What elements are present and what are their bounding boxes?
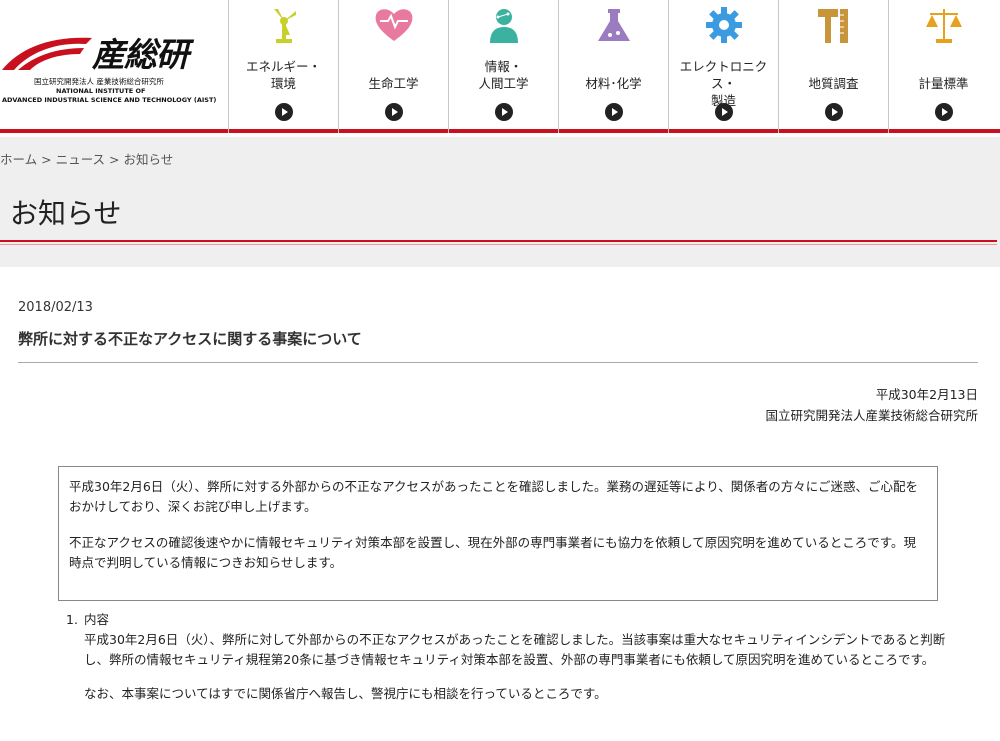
logo-jp-name: 国立研究開発法人 産業技術総合研究所 — [34, 77, 164, 86]
logo-en-line1: NATIONAL INSTITUTE OF — [56, 87, 146, 95]
section-number: 1. — [66, 612, 78, 627]
logo-swoosh-icon — [2, 37, 92, 70]
play-arrow-icon[interactable] — [495, 103, 513, 121]
article-date: 2018/02/13 — [18, 300, 93, 315]
person-network-icon — [490, 9, 518, 43]
nav-item-metrology[interactable]: 計量標準 — [888, 0, 998, 133]
meta-date: 平成30年2月13日 — [875, 387, 978, 402]
breadcrumb-sep: > — [108, 152, 120, 167]
logo-kanji: 産総研 — [92, 35, 189, 74]
nav-label-line2: 人間工学 — [478, 76, 529, 91]
divider — [18, 362, 978, 363]
site-header: 産総研 国立研究開発法人 産業技術総合研究所 NATIONAL INSTITUT… — [0, 0, 1000, 133]
nav-label-line1: 計量標準 — [918, 76, 969, 91]
nav-item-geology[interactable]: 地質調査 — [778, 0, 888, 133]
main-nav: エネルギー・ 環境 生命工学 情報・ 人間工学 材料･化学 エレクトロニクス・ … — [228, 0, 998, 133]
divider — [0, 240, 997, 242]
breadcrumb-sep: > — [41, 152, 52, 167]
nav-label-line1: 地質調査 — [808, 76, 859, 91]
breadcrumb-news[interactable]: ニュース — [56, 152, 105, 167]
nav-label-line1: エネルギー・ — [245, 59, 321, 74]
play-arrow-icon[interactable] — [935, 103, 953, 121]
breadcrumb: ホーム > ニュース > お知らせ — [0, 149, 173, 168]
breadcrumb-home[interactable]: ホーム — [0, 152, 37, 167]
meta-organization: 国立研究開発法人産業技術総合研究所 — [765, 408, 978, 423]
aist-logo[interactable]: 産総研 国立研究開発法人 産業技術総合研究所 NATIONAL INSTITUT… — [0, 0, 228, 133]
section-heading: 内容 — [84, 612, 110, 627]
play-arrow-icon[interactable] — [825, 103, 843, 121]
nav-item-information[interactable]: 情報・ 人間工学 — [448, 0, 558, 133]
play-arrow-icon[interactable] — [385, 103, 403, 121]
windmill-icon — [274, 9, 296, 43]
nav-item-energy[interactable]: エネルギー・ 環境 — [228, 0, 338, 133]
section-paragraph: なお、本事案についてはすでに関係省庁へ報告し、警視庁にも相談を行っているところで… — [84, 686, 607, 701]
heart-icon — [375, 9, 413, 41]
notice-paragraph: 不正なアクセスの確認後速やかに情報セキュリティ対策本部を設置し、現在外部の専門事… — [69, 535, 917, 570]
play-arrow-icon[interactable] — [275, 103, 293, 121]
notice-box: 平成30年2月6日（火）、弊所に対する外部からの不正なアクセスがあったことを確認… — [58, 466, 938, 601]
flask-icon — [598, 9, 630, 41]
gear-icon — [706, 7, 742, 43]
nav-item-materials[interactable]: 材料･化学 — [558, 0, 668, 133]
section-content: 1. 内容 平成30年2月6日（火）、弊所に対して外部からの不正なアクセスがあっ… — [66, 610, 946, 704]
hammer-ruler-icon — [818, 9, 848, 43]
divider — [0, 244, 997, 245]
article-title: 弊所に対する不正なアクセスに関する事案について — [18, 330, 362, 348]
nav-label-line1: 情報・ — [484, 59, 523, 74]
nav-item-life-science[interactable]: 生命工学 — [338, 0, 448, 133]
play-arrow-icon[interactable] — [605, 103, 623, 121]
nav-label-line1: エレクトロニクス・ — [679, 59, 768, 91]
nav-label-line1: 材料･化学 — [585, 76, 642, 91]
nav-item-electronics[interactable]: エレクトロニクス・ 製造 — [668, 0, 778, 133]
play-arrow-icon[interactable] — [715, 103, 733, 121]
section-paragraph: 平成30年2月6日（火）、弊所に対して外部からの不正なアクセスがあったことを確認… — [84, 632, 946, 667]
logo-en-line2: ADVANCED INDUSTRIAL SCIENCE AND TECHNOLO… — [2, 96, 217, 104]
scale-icon — [926, 9, 962, 43]
breadcrumb-current: お知らせ — [123, 152, 174, 167]
nav-label-line2: 環境 — [270, 76, 296, 91]
page-title: お知らせ — [10, 197, 122, 230]
notice-paragraph: 平成30年2月6日（火）、弊所に対する外部からの不正なアクセスがあったことを確認… — [69, 479, 918, 514]
nav-label-line1: 生命工学 — [368, 76, 419, 91]
